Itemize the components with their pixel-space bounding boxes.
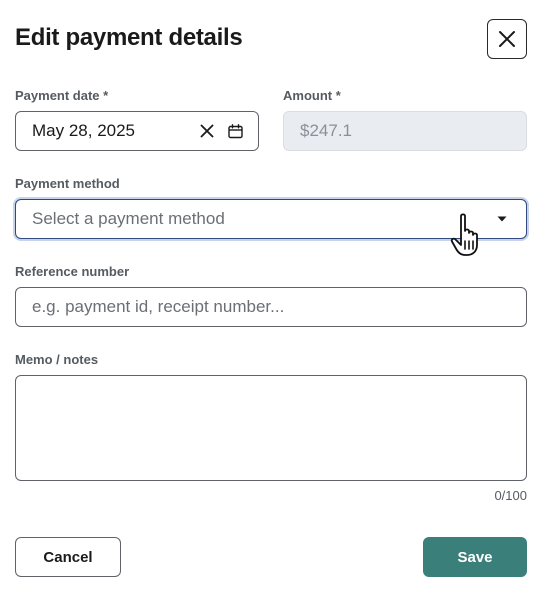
caret-down-icon <box>497 216 507 222</box>
save-button[interactable]: Save <box>423 537 527 577</box>
reference-number-placeholder: e.g. payment id, receipt number... <box>32 297 285 316</box>
reference-number-input[interactable]: e.g. payment id, receipt number... <box>15 287 527 327</box>
payment-date-field[interactable]: May 28, 2025 <box>15 111 259 151</box>
amount-label: Amount * <box>283 88 341 103</box>
calendar-button[interactable] <box>224 120 246 142</box>
payment-method-select[interactable]: Select a payment method <box>15 199 527 239</box>
amount-value: $247.1 <box>300 121 352 140</box>
amount-field: $247.1 <box>283 111 527 151</box>
reference-number-label: Reference number <box>15 264 130 279</box>
cancel-button[interactable]: Cancel <box>15 537 121 577</box>
memo-label: Memo / notes <box>15 352 99 367</box>
dialog-title: Edit payment details <box>15 24 243 51</box>
payment-method-placeholder: Select a payment method <box>32 209 225 228</box>
payment-date-label: Payment date * <box>15 88 109 103</box>
memo-character-counter: 0/100 <box>494 488 527 503</box>
clear-date-button[interactable] <box>196 120 218 142</box>
close-button[interactable] <box>487 19 527 59</box>
clear-icon <box>200 124 214 138</box>
payment-date-value: May 28, 2025 <box>32 121 136 140</box>
close-icon <box>499 31 515 47</box>
payment-method-label: Payment method <box>15 176 120 191</box>
memo-textarea[interactable] <box>15 375 527 481</box>
calendar-icon <box>227 123 243 138</box>
